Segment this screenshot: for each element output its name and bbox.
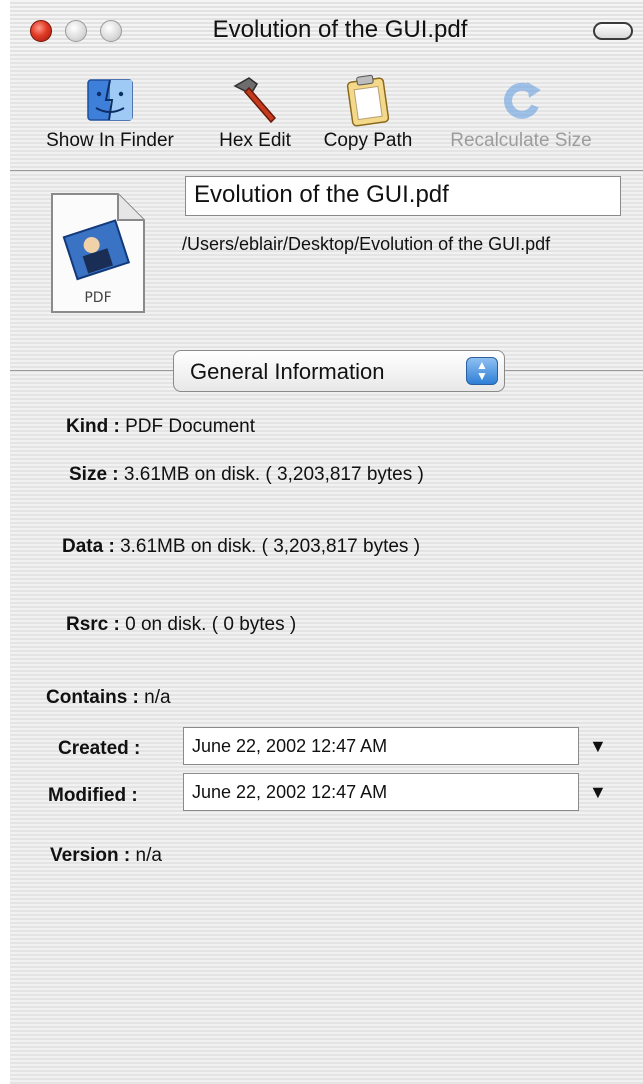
created-date-field[interactable]: June 22, 2002 12:47 AM (183, 727, 579, 765)
show-in-finder-label: Show In Finder (46, 130, 174, 151)
copy-path-button[interactable]: Copy Path (312, 62, 424, 162)
contains-label: Contains : (46, 687, 139, 708)
minimize-button[interactable] (65, 20, 87, 42)
info-window: Evolution of the GUI.pdf Show In Finder … (10, 0, 643, 1084)
file-path: /Users/eblair/Desktop/Evolution of the G… (182, 234, 551, 254)
rsrc-label: Rsrc : (66, 614, 120, 635)
toolbar-toggle-button[interactable] (593, 22, 633, 40)
recalculate-size-button: Recalculate Size (434, 62, 608, 162)
data-value: 3.61MB on disk. ( 3,203,817 bytes ) (120, 536, 421, 557)
section-popup-button[interactable]: General Information ▲ ▼ (173, 350, 505, 392)
kind-row: Kind : PDF Document (66, 416, 255, 438)
pdf-badge: PDF (84, 290, 111, 306)
modified-date-field[interactable]: June 22, 2002 12:47 AM (183, 773, 579, 811)
size-label: Size : (69, 464, 119, 485)
created-row: Created : (58, 738, 140, 760)
kind-label: Kind : (66, 416, 120, 437)
title-bar[interactable]: Evolution of the GUI.pdf (10, 0, 643, 56)
recalculate-size-label: Recalculate Size (450, 130, 592, 151)
pdf-file-icon: PDF (51, 193, 145, 313)
zoom-button[interactable] (100, 20, 122, 42)
show-in-finder-button[interactable]: Show In Finder (32, 62, 188, 162)
size-value: 3.61MB on disk. ( 3,203,817 bytes ) (123, 464, 424, 485)
copy-path-label: Copy Path (323, 130, 413, 151)
toolbar: Show In Finder Hex Edit Copy Path Recalc… (10, 62, 643, 170)
version-label: Version : (50, 845, 131, 866)
modified-label: Modified : (48, 785, 138, 806)
section-popup-label: General Information (190, 359, 385, 384)
size-row: Size : 3.61MB on disk. ( 3,203,817 bytes… (69, 464, 424, 486)
created-dropdown-arrow-icon[interactable]: ▼ (589, 736, 607, 757)
data-label: Data : (62, 536, 115, 557)
modified-row: Modified : (48, 785, 138, 807)
version-row: Version : n/a (50, 845, 162, 867)
finder-icon (87, 79, 133, 121)
created-label: Created : (58, 738, 141, 759)
refresh-icon (504, 82, 541, 119)
window-title: Evolution of the GUI.pdf (212, 16, 468, 43)
contains-row: Contains : n/a (46, 687, 171, 709)
rsrc-row: Rsrc : 0 on disk. ( 0 bytes ) (66, 614, 296, 636)
close-button[interactable] (30, 20, 52, 42)
toolbar-divider (10, 170, 643, 171)
modified-dropdown-arrow-icon[interactable]: ▼ (589, 782, 607, 803)
contains-value: n/a (144, 687, 171, 708)
version-value: n/a (135, 845, 162, 866)
up-down-arrows-icon: ▲ ▼ (466, 357, 498, 385)
hammer-icon (233, 77, 277, 124)
clipboard-icon (346, 74, 390, 127)
rsrc-value: 0 on disk. ( 0 bytes ) (125, 614, 297, 635)
hex-edit-label: Hex Edit (219, 130, 291, 151)
data-row: Data : 3.61MB on disk. ( 3,203,817 bytes… (62, 536, 420, 558)
file-name-field[interactable]: Evolution of the GUI.pdf (185, 176, 621, 216)
kind-value: PDF Document (125, 416, 255, 437)
hex-edit-button[interactable]: Hex Edit (200, 62, 310, 162)
